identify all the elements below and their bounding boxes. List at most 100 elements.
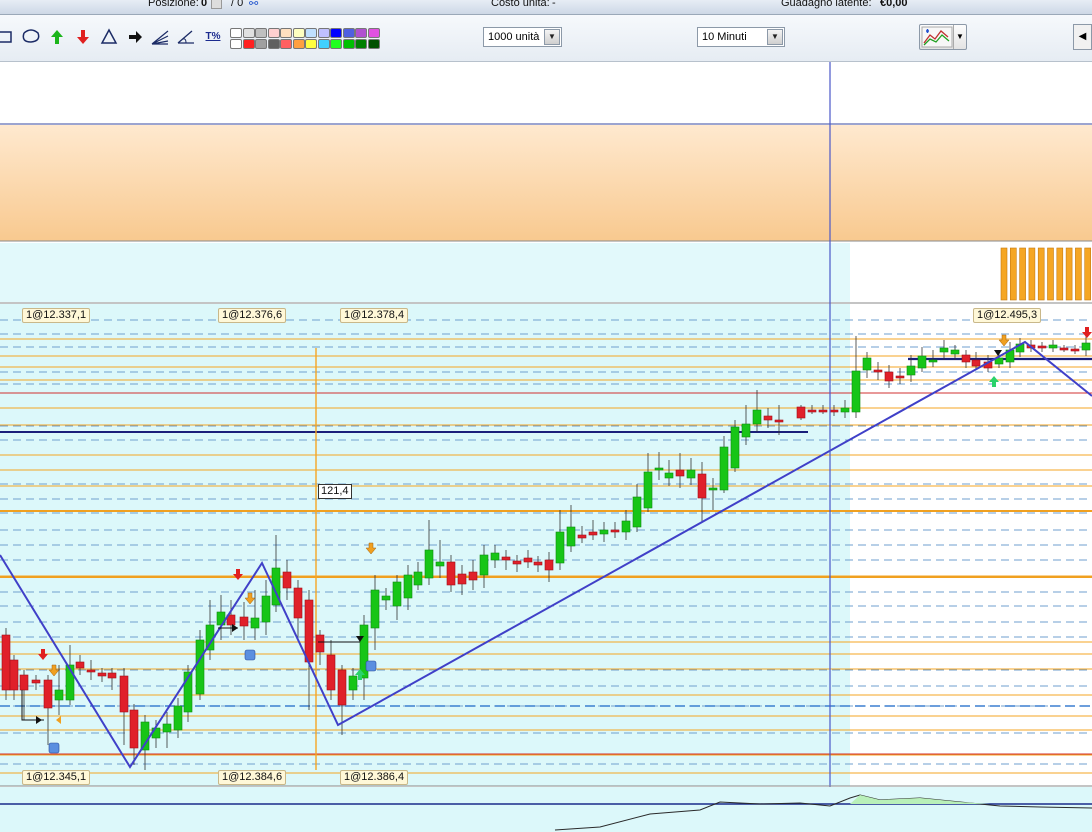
color-swatch[interactable] bbox=[230, 28, 242, 38]
bear-candle bbox=[19, 674, 29, 691]
quantity-select[interactable]: 1000 unità ▼ bbox=[483, 27, 562, 47]
latent-gain-label: Guadagno latente: bbox=[781, 0, 872, 9]
chart-type-button[interactable]: ▼ bbox=[919, 24, 967, 50]
color-swatch[interactable] bbox=[255, 39, 267, 49]
bull-candle bbox=[54, 689, 64, 701]
color-swatch[interactable] bbox=[292, 39, 305, 49]
histogram-bar bbox=[1084, 247, 1091, 301]
collapse-panel-button[interactable]: ◀ bbox=[1073, 24, 1092, 50]
bull-candle bbox=[1081, 342, 1091, 351]
bull-candle bbox=[370, 589, 380, 629]
bear-candle bbox=[961, 354, 971, 363]
color-swatch[interactable] bbox=[317, 28, 330, 38]
high-price-label: 1@12.378,4 bbox=[340, 308, 409, 323]
latent-gain-value: €0,00 bbox=[880, 0, 908, 9]
bear-candle bbox=[873, 369, 883, 373]
bear-candle bbox=[43, 679, 53, 709]
angle-icon[interactable] bbox=[176, 27, 194, 47]
bull-candle bbox=[741, 423, 751, 438]
histogram-bar bbox=[1037, 247, 1045, 301]
bull-candle bbox=[195, 639, 205, 695]
bear-candle bbox=[107, 672, 117, 679]
bull-candle bbox=[906, 365, 916, 376]
bear-candle bbox=[457, 573, 467, 585]
color-swatch[interactable] bbox=[280, 28, 292, 38]
rectangle-icon[interactable] bbox=[0, 27, 14, 47]
color-swatch[interactable] bbox=[242, 39, 255, 49]
bear-candle bbox=[588, 531, 598, 536]
color-swatch[interactable] bbox=[292, 28, 305, 38]
color-swatch[interactable] bbox=[330, 28, 342, 38]
bear-candle bbox=[533, 561, 543, 566]
buy-arrow-icon[interactable] bbox=[48, 27, 66, 47]
sell-arrow-icon[interactable] bbox=[74, 27, 92, 47]
bear-candle bbox=[315, 634, 325, 653]
bear-candle bbox=[774, 419, 784, 423]
exit-arrow-icon[interactable] bbox=[126, 27, 144, 47]
bull-candle bbox=[851, 370, 861, 413]
triangle-icon[interactable] bbox=[100, 27, 118, 47]
color-swatch[interactable] bbox=[230, 39, 242, 49]
bear-candle bbox=[446, 561, 456, 586]
bull-candle bbox=[752, 409, 762, 425]
color-swatch[interactable] bbox=[317, 39, 330, 49]
percent-tool-icon[interactable]: T% bbox=[202, 27, 224, 47]
color-swatch[interactable] bbox=[305, 39, 317, 49]
bull-candle bbox=[664, 472, 674, 479]
bear-candle bbox=[97, 672, 107, 677]
high-price-label: 1@12.337,1 bbox=[22, 308, 91, 323]
color-swatch[interactable] bbox=[330, 39, 342, 49]
bull-candle bbox=[435, 561, 445, 567]
unit-cost-label: Costo unità: bbox=[491, 0, 550, 9]
timeframe-select[interactable]: 10 Minuti ▼ bbox=[697, 27, 785, 47]
fan-icon[interactable] bbox=[150, 27, 169, 47]
histogram-bar bbox=[1056, 247, 1064, 301]
bear-candle bbox=[895, 375, 905, 379]
histogram-bar bbox=[1000, 247, 1008, 301]
bear-candle bbox=[818, 409, 828, 413]
bear-candle bbox=[807, 409, 817, 413]
bear-candle bbox=[675, 469, 685, 477]
bull-candle bbox=[928, 359, 938, 363]
bull-candle bbox=[555, 531, 565, 564]
chevron-down-icon: ▼ bbox=[767, 29, 783, 45]
bull-candle bbox=[917, 355, 927, 369]
bear-candle bbox=[884, 371, 894, 382]
bull-candle bbox=[424, 549, 434, 579]
color-swatch[interactable] bbox=[367, 39, 380, 49]
color-swatch[interactable] bbox=[305, 28, 317, 38]
bear-candle bbox=[86, 669, 96, 673]
color-swatch[interactable] bbox=[342, 39, 355, 49]
bull-candle bbox=[950, 349, 960, 355]
oscillator-pane bbox=[0, 787, 1092, 832]
bull-candle bbox=[730, 426, 740, 469]
color-swatch[interactable] bbox=[342, 28, 355, 38]
price-chart[interactable] bbox=[0, 62, 1092, 832]
bear-candle bbox=[304, 599, 314, 663]
color-swatch[interactable] bbox=[255, 28, 267, 38]
link-icon[interactable]: ⚯ bbox=[249, 0, 258, 10]
color-swatch[interactable] bbox=[280, 39, 292, 49]
color-swatch[interactable] bbox=[267, 39, 280, 49]
color-swatch[interactable] bbox=[355, 39, 367, 49]
position-close-icon[interactable] bbox=[211, 0, 222, 9]
drawing-toolbar: T% 1000 unità ▼ 10 Minuti ▼ ▼ ◀ bbox=[0, 15, 1092, 62]
value-marker: 121,4 bbox=[318, 484, 352, 499]
bull-candle bbox=[348, 675, 358, 691]
color-swatch[interactable] bbox=[367, 28, 380, 38]
position-status-bar: Posizione: 0 / 0 ⚯ Costo unità: - Guadag… bbox=[0, 0, 1092, 15]
bear-candle bbox=[501, 556, 511, 561]
color-swatch[interactable] bbox=[242, 28, 255, 38]
color-swatch[interactable] bbox=[355, 28, 367, 38]
bear-candle bbox=[1037, 345, 1047, 349]
ellipse-icon[interactable] bbox=[20, 27, 40, 47]
quantity-select-value: 1000 unità bbox=[488, 31, 540, 43]
bear-candle bbox=[282, 571, 292, 589]
bear-candle bbox=[523, 557, 533, 563]
histogram-bar bbox=[1019, 247, 1026, 301]
bull-candle bbox=[840, 407, 850, 413]
histogram-bar bbox=[1009, 247, 1017, 301]
bear-candle bbox=[75, 661, 85, 669]
histogram-pane bbox=[0, 243, 850, 302]
color-swatch[interactable] bbox=[267, 28, 280, 38]
